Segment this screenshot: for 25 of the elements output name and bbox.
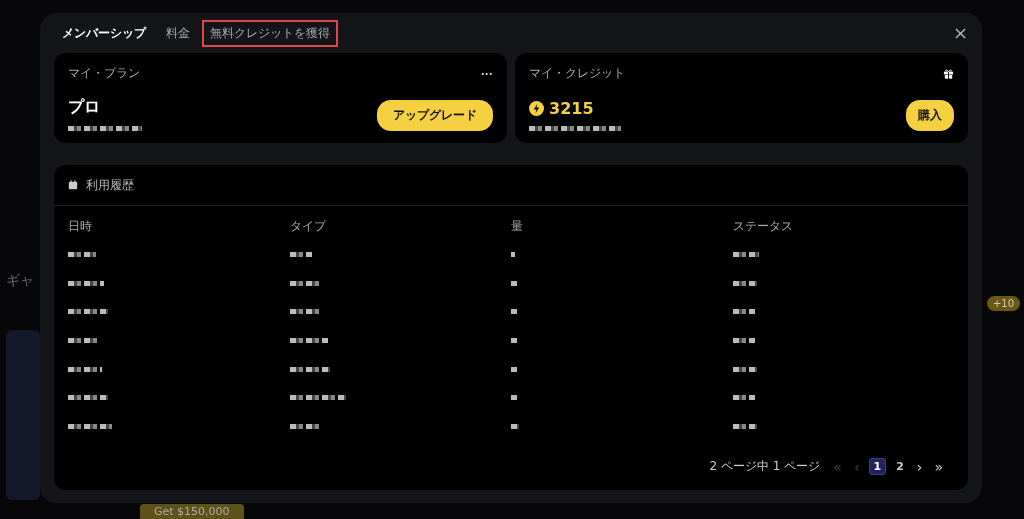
card-title: マイ・プラン: [68, 65, 140, 82]
card-title: マイ・クレジット: [529, 65, 625, 82]
buy-button[interactable]: 購入: [906, 100, 954, 131]
column-header: タイプ: [289, 218, 328, 235]
tab[interactable]: 料金: [158, 19, 198, 47]
lightning-icon: [529, 101, 544, 116]
count-badge: +10: [986, 296, 1020, 311]
promo-banner: Get $150,000: [140, 504, 244, 519]
tab[interactable]: メンバーシップ: [54, 19, 154, 47]
panel-title: 利用履歴: [86, 176, 134, 194]
page-button[interactable]: 2: [892, 459, 908, 474]
credit-amount: 3215: [549, 99, 594, 118]
close-icon[interactable]: [955, 27, 966, 39]
page-button[interactable]: 1: [868, 458, 887, 475]
column-header: ステータス: [732, 218, 794, 235]
upgrade-button[interactable]: アップグレード: [377, 100, 493, 131]
gift-icon[interactable]: [943, 68, 954, 79]
more-button[interactable]: ···: [481, 66, 493, 81]
tab[interactable]: 無料クレジットを獲得: [202, 19, 338, 47]
column-header: 日時: [68, 218, 93, 235]
calendar-icon: [68, 180, 78, 190]
page-heading: ギャ: [6, 272, 34, 288]
plan-name: プロ: [68, 97, 101, 118]
page-summary: 2 ページ中 1 ページ: [709, 458, 821, 475]
column-header: 量: [511, 218, 524, 235]
